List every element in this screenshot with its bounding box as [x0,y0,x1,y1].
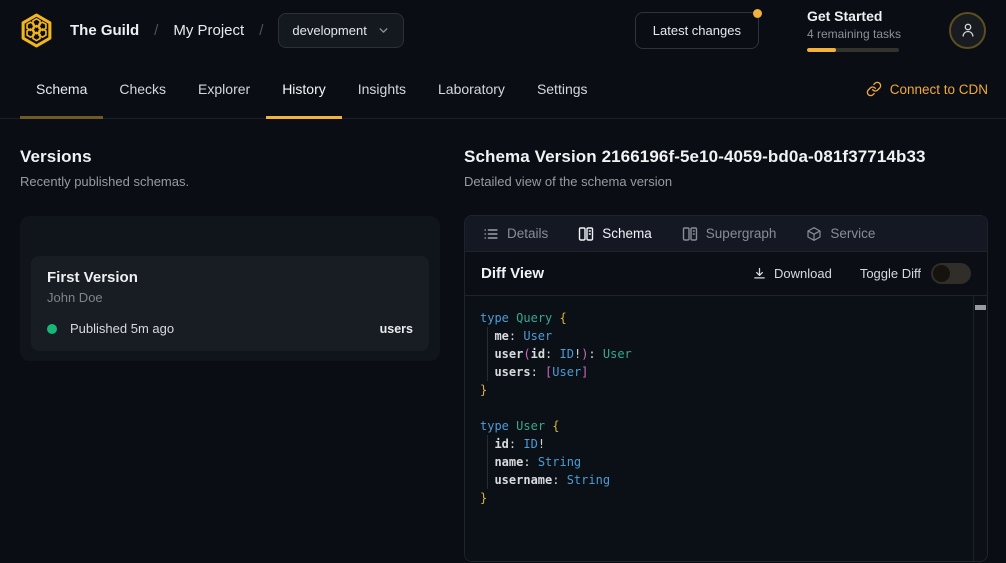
diff-actions: Download Toggle Diff [752,263,971,284]
project-name[interactable]: My Project [173,22,244,39]
versions-list: First Version John Doe Published 5m ago … [20,216,440,361]
cube-icon [806,226,822,242]
app-header: The Guild / My Project / development Lat… [0,0,1006,60]
environment-value: development [292,23,366,38]
schema-version-title: Schema Version 2166196f-5e10-4059-bd0a-0… [464,147,988,167]
breadcrumb-separator: / [154,22,158,39]
code-block: type Query { me: User user(id: ID!): Use… [465,296,987,520]
columns-icon [682,226,698,242]
tab-laboratory[interactable]: Laboratory [422,60,521,118]
download-button[interactable]: Download [752,266,832,281]
notification-dot [753,9,762,18]
list-icon [483,226,499,242]
scrollbar-thumb[interactable] [975,305,986,310]
diff-view-title: Diff View [481,265,544,282]
diff-header: Diff View Download Toggle Diff [465,252,987,296]
versions-subtitle: Recently published schemas. [20,174,440,189]
code-line: me: User [480,327,957,345]
detail-tab-label: Service [830,226,875,241]
toggle-knob [933,265,950,282]
main-content: Versions Recently published schemas. Fir… [0,119,1006,562]
cdn-link-label: Connect to CDN [890,82,988,97]
target-nav: Schema Checks Explorer History Insights … [0,60,1006,119]
published-status-dot [47,324,57,334]
schema-code-area[interactable]: type Query { me: User user(id: ID!): Use… [465,296,987,561]
breadcrumb: The Guild / My Project / development [18,12,404,49]
get-started-subtitle: 4 remaining tasks [807,27,901,41]
code-line: type Query { [480,309,957,327]
code-line: users: [User] [480,363,957,381]
download-icon [752,266,767,281]
connect-to-cdn-link[interactable]: Connect to CDN [866,81,988,97]
tab-settings[interactable]: Settings [521,60,604,118]
tab-explorer[interactable]: Explorer [182,60,266,118]
toggle-diff-switch[interactable] [931,263,971,284]
latest-changes-button[interactable]: Latest changes [635,12,759,49]
detail-tab-supergraph[interactable]: Supergraph [682,226,777,242]
code-line: username: String [480,471,957,489]
code-line: } [480,489,957,507]
detail-tabbar: Details Schema Supergr [465,216,987,252]
get-started-widget[interactable]: Get Started 4 remaining tasks [807,8,901,52]
columns-icon [578,226,594,242]
environment-dropdown[interactable]: development [278,13,403,48]
code-line: type User { [480,417,957,435]
code-line: id: ID! [480,435,957,453]
version-service-badge: users [380,322,413,336]
version-meta-row: Published 5m ago users [47,321,413,336]
detail-tab-service[interactable]: Service [806,226,875,242]
get-started-progressbar [807,48,899,52]
detail-tab-label: Schema [602,226,652,241]
org-name[interactable]: The Guild [70,22,139,39]
tab-schema[interactable]: Schema [20,60,103,118]
versions-title: Versions [20,147,440,167]
detail-tab-label: Supergraph [706,226,777,241]
version-author: John Doe [47,290,413,305]
toggle-diff-label: Toggle Diff [860,266,921,281]
schema-version-subtitle: Detailed view of the schema version [464,174,988,189]
version-list-item[interactable]: First Version John Doe Published 5m ago … [31,256,429,351]
versions-panel: Versions Recently published schemas. Fir… [0,119,464,562]
tab-insights[interactable]: Insights [342,60,422,118]
get-started-progress-fill [807,48,836,52]
get-started-title: Get Started [807,8,901,24]
chevron-down-icon [377,24,390,37]
hive-logo-icon[interactable] [18,12,55,49]
version-name: First Version [47,269,413,286]
scrollbar-track[interactable] [973,296,987,561]
detail-tab-details[interactable]: Details [483,226,548,242]
breadcrumb-separator: / [259,22,263,39]
person-icon [959,21,977,39]
version-status: Published 5m ago [70,321,174,336]
tab-checks[interactable]: Checks [103,60,182,118]
schema-detail-card: Details Schema Supergr [464,215,988,562]
header-actions: Latest changes Get Started 4 remaining t… [635,8,986,52]
toggle-diff-group: Toggle Diff [860,263,971,284]
latest-changes-label: Latest changes [653,23,741,38]
user-avatar[interactable] [949,12,986,49]
code-line [480,399,957,417]
tab-history[interactable]: History [266,60,342,118]
schema-version-panel: Schema Version 2166196f-5e10-4059-bd0a-0… [464,119,1006,562]
code-line: name: String [480,453,957,471]
code-line: } [480,381,957,399]
link-icon [866,81,882,97]
download-label: Download [774,266,832,281]
detail-tab-label: Details [507,226,548,241]
code-line: user(id: ID!): User [480,345,957,363]
detail-tab-schema[interactable]: Schema [578,226,652,242]
